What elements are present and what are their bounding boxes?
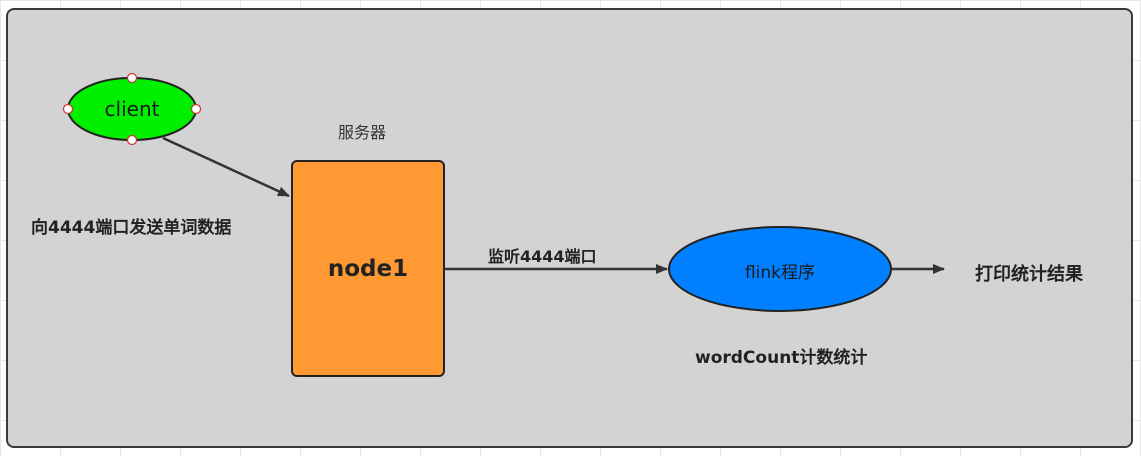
print-edge-label: 打印统计结果 <box>975 264 1083 285</box>
flink-caption: wordCount计数统计 <box>695 348 868 368</box>
flink-label: flink程序 <box>744 263 816 283</box>
server-label: node1 <box>327 256 409 282</box>
send-edge-label: 向4444端口发送单词数据 <box>31 218 232 238</box>
client-top-handle[interactable] <box>126 72 138 84</box>
server-caption: 服务器 <box>338 123 387 142</box>
listen-edge-label: 监听4444端口 <box>488 247 597 266</box>
client-bottom-handle[interactable] <box>126 134 138 146</box>
client-label: client <box>104 97 160 121</box>
send-edge[interactable] <box>162 136 290 198</box>
